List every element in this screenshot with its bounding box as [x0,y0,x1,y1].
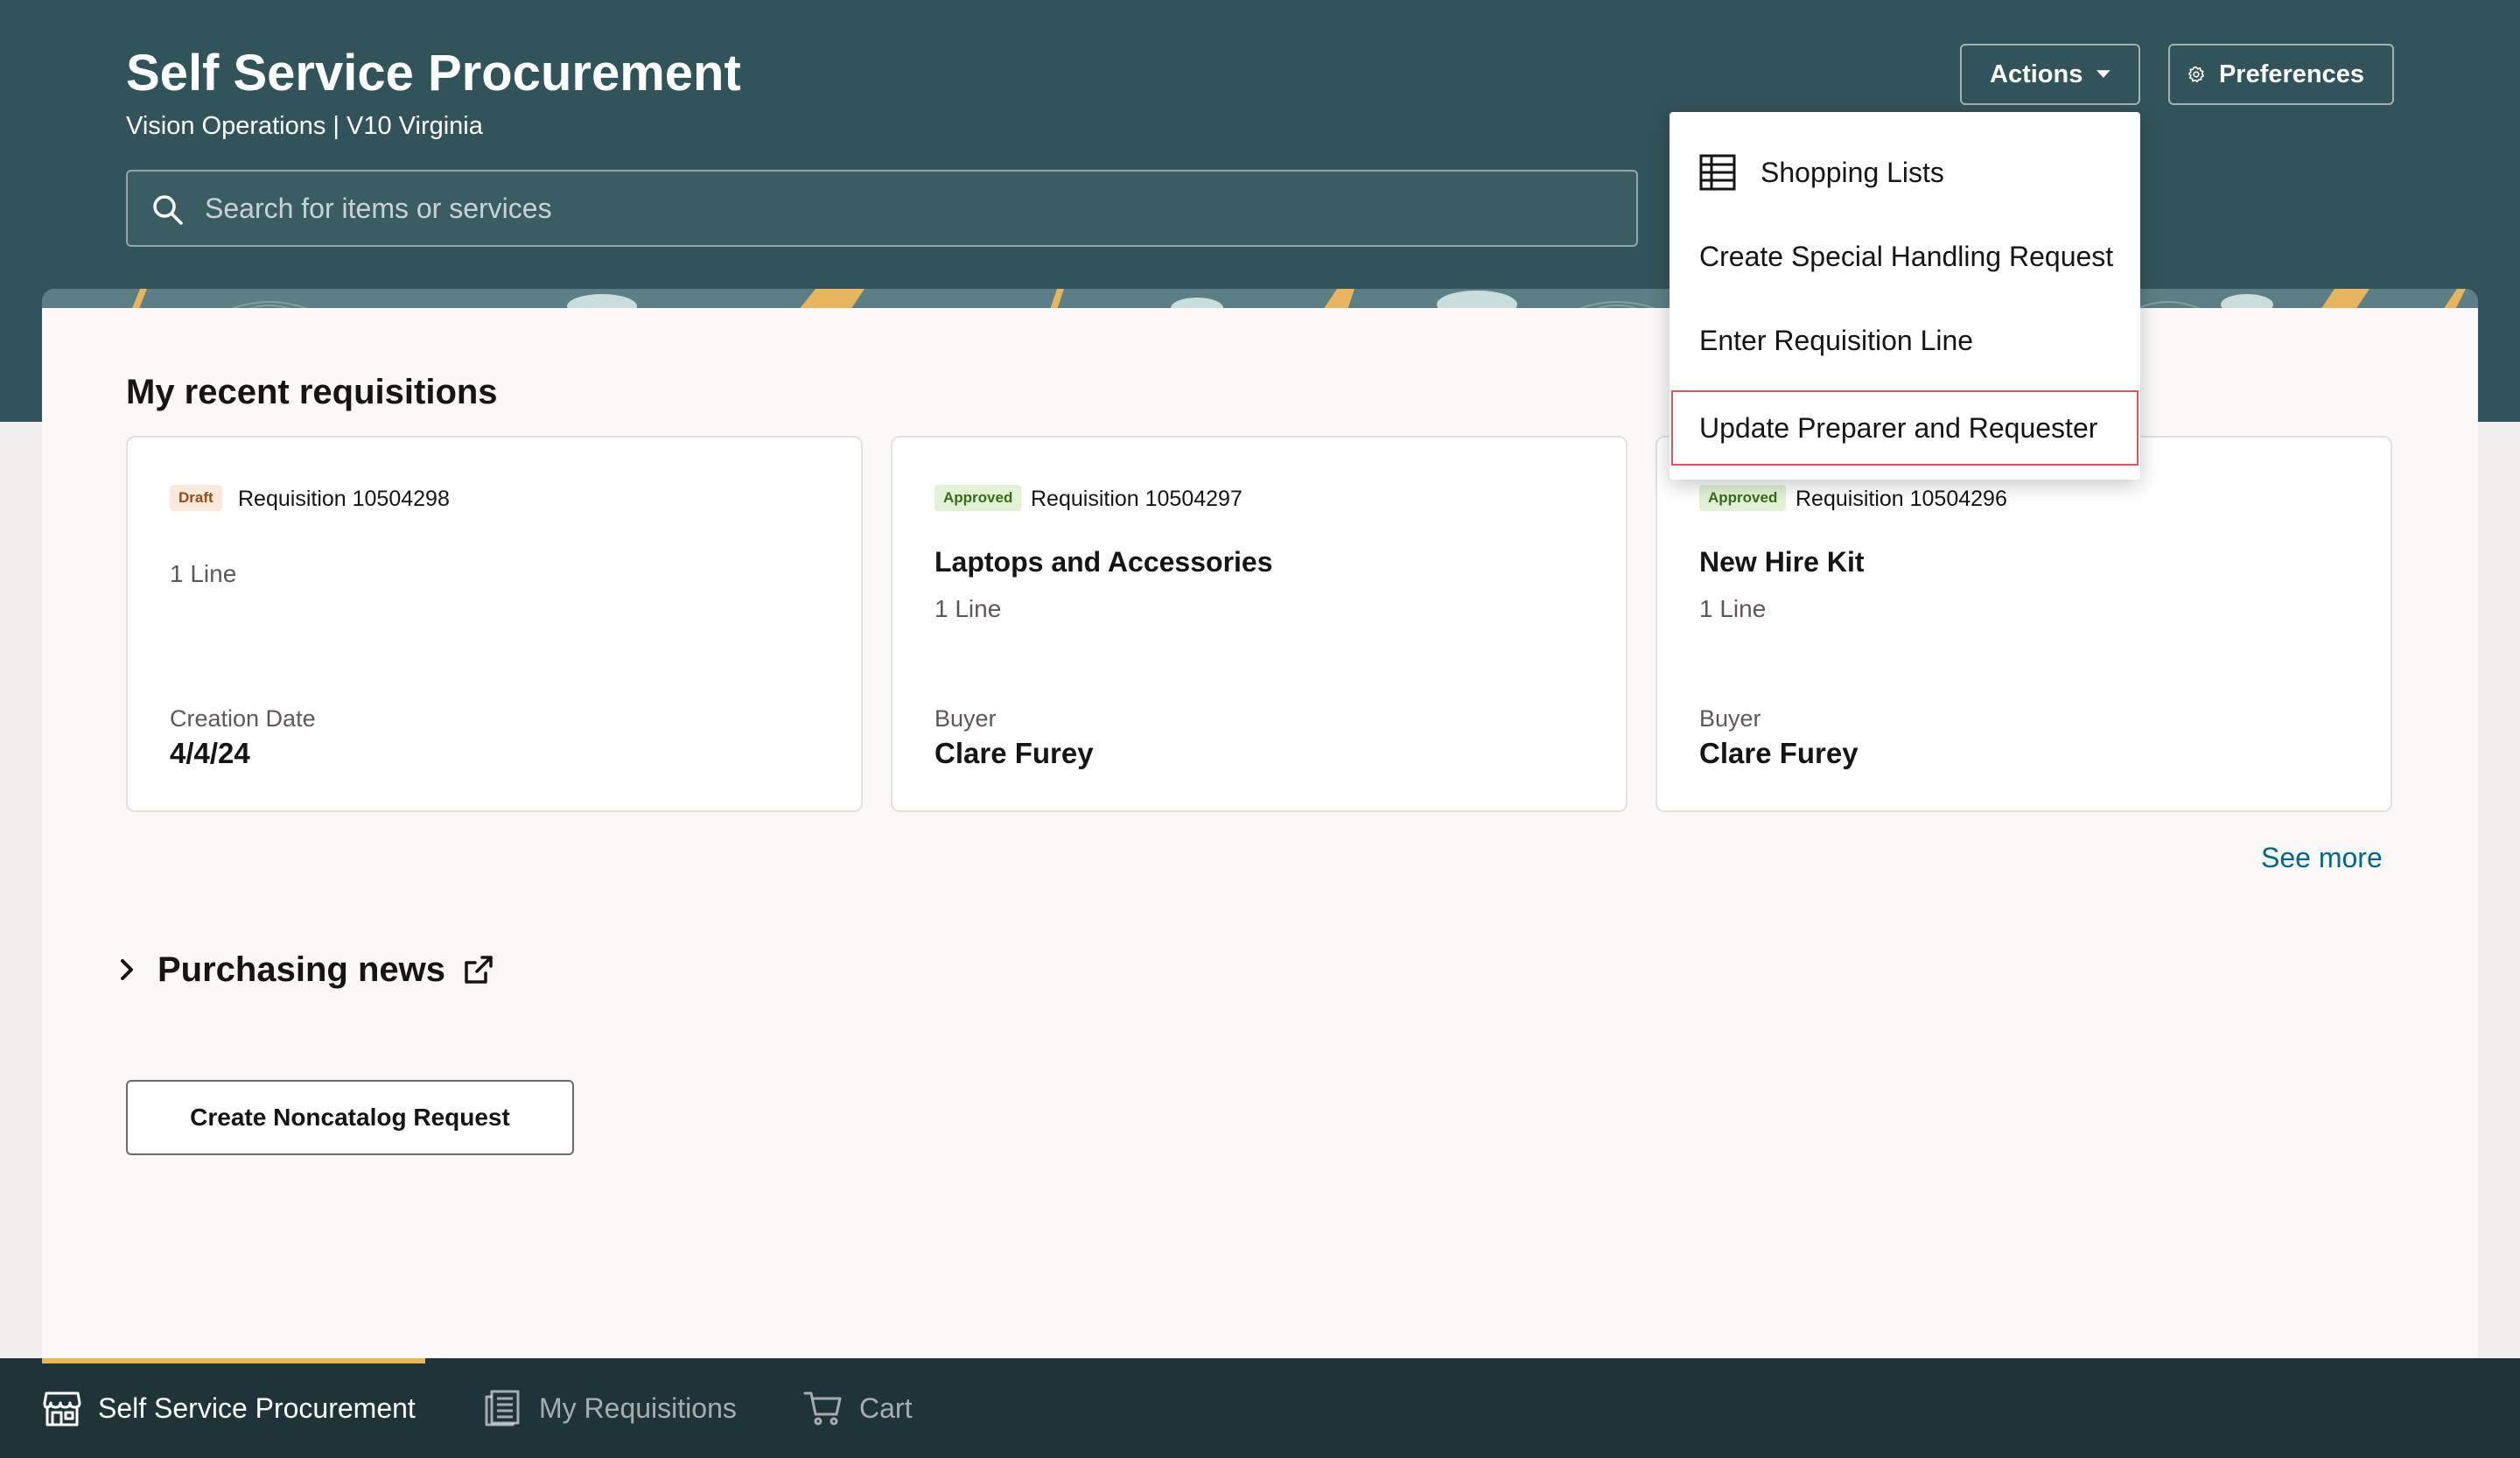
requisition-lines: 1 Line [170,560,237,587]
nav-label: My Requisitions [539,1391,737,1424]
bottom-navigation: Self Service Procurement My Requisitions… [0,1358,2520,1458]
requisition-number: Requisition 10504296 [1796,487,2007,511]
caret-down-icon [2096,70,2110,78]
buyer-value: Clare Furey [1699,737,1858,769]
requisition-lines: 1 Line [934,595,1002,622]
menu-item-special-handling[interactable]: Create Special Handling Request [1671,219,2138,294]
nav-label: Cart [859,1391,913,1424]
table-grid-icon [1699,154,1736,191]
actions-label: Actions [1990,60,2083,88]
nav-self-service-procurement[interactable]: Self Service Procurement [42,1358,416,1458]
menu-item-label: Shopping Lists [1760,156,1944,188]
requisition-lines: 1 Line [1699,595,1767,622]
preferences-button[interactable]: Preferences [2168,44,2394,105]
buyer-label: Buyer [1699,705,1761,732]
recent-requisitions-title: My recent requisitions [126,373,498,411]
requisition-card[interactable]: Approved Requisition 10504297 Laptops an… [891,436,1628,812]
menu-item-label: Update Preparer and Requester [1699,411,2098,444]
creation-date-value: 4/4/24 [170,737,250,769]
buyer-value: Clare Furey [934,737,1094,769]
status-badge: Approved [934,485,1022,511]
requisition-name: Laptops and Accessories [934,546,1273,578]
creation-date-label: Creation Date [170,705,316,732]
actions-dropdown-menu: Shopping Lists Create Special Handling R… [1670,112,2140,480]
external-link-icon[interactable] [461,952,496,987]
cart-icon [803,1391,842,1426]
requisition-name: New Hire Kit [1699,546,1865,578]
menu-item-enter-requisition-line[interactable]: Enter Requisition Line [1671,303,2138,378]
requisitions-icon [485,1390,520,1426]
requisition-card[interactable]: Approved Requisition 10504296 New Hire K… [1656,436,2392,812]
buyer-label: Buyer [934,705,997,732]
nav-cart[interactable]: Cart [803,1358,912,1458]
see-more-link[interactable]: See more [2261,842,2383,874]
nav-my-requisitions[interactable]: My Requisitions [483,1358,737,1458]
storefront-icon [43,1391,81,1426]
requisition-card[interactable]: Draft Requisition 10504298 1 Line Creati… [126,436,863,812]
status-badge: Draft [170,485,222,511]
requisition-number: Requisition 10504298 [238,487,450,511]
chevron-right-icon [121,959,133,980]
create-noncatalog-request-button[interactable]: Create Noncatalog Request [126,1080,574,1155]
purchasing-news-title: Purchasing news [158,950,445,989]
gear-icon [2188,66,2205,83]
page-subtitle: Vision Operations | V10 Virginia [126,112,483,140]
page-title: Self Service Procurement [126,45,741,102]
actions-button[interactable]: Actions [1960,44,2140,105]
menu-item-label: Create Special Handling Request [1699,240,2114,272]
requisition-number: Requisition 10504297 [1031,487,1242,511]
search-input[interactable] [205,172,1622,245]
search-icon [153,195,183,225]
purchasing-news-toggle[interactable]: Purchasing news [114,945,496,994]
search-box[interactable] [126,170,1638,247]
menu-item-shopping-lists[interactable]: Shopping Lists [1671,135,2138,210]
status-badge: Approved [1699,485,1787,511]
nav-label: Self Service Procurement [98,1391,416,1424]
preferences-label: Preferences [2218,60,2364,88]
menu-item-label: Enter Requisition Line [1699,324,1974,356]
menu-item-update-preparer[interactable]: Update Preparer and Requester [1671,390,2138,466]
